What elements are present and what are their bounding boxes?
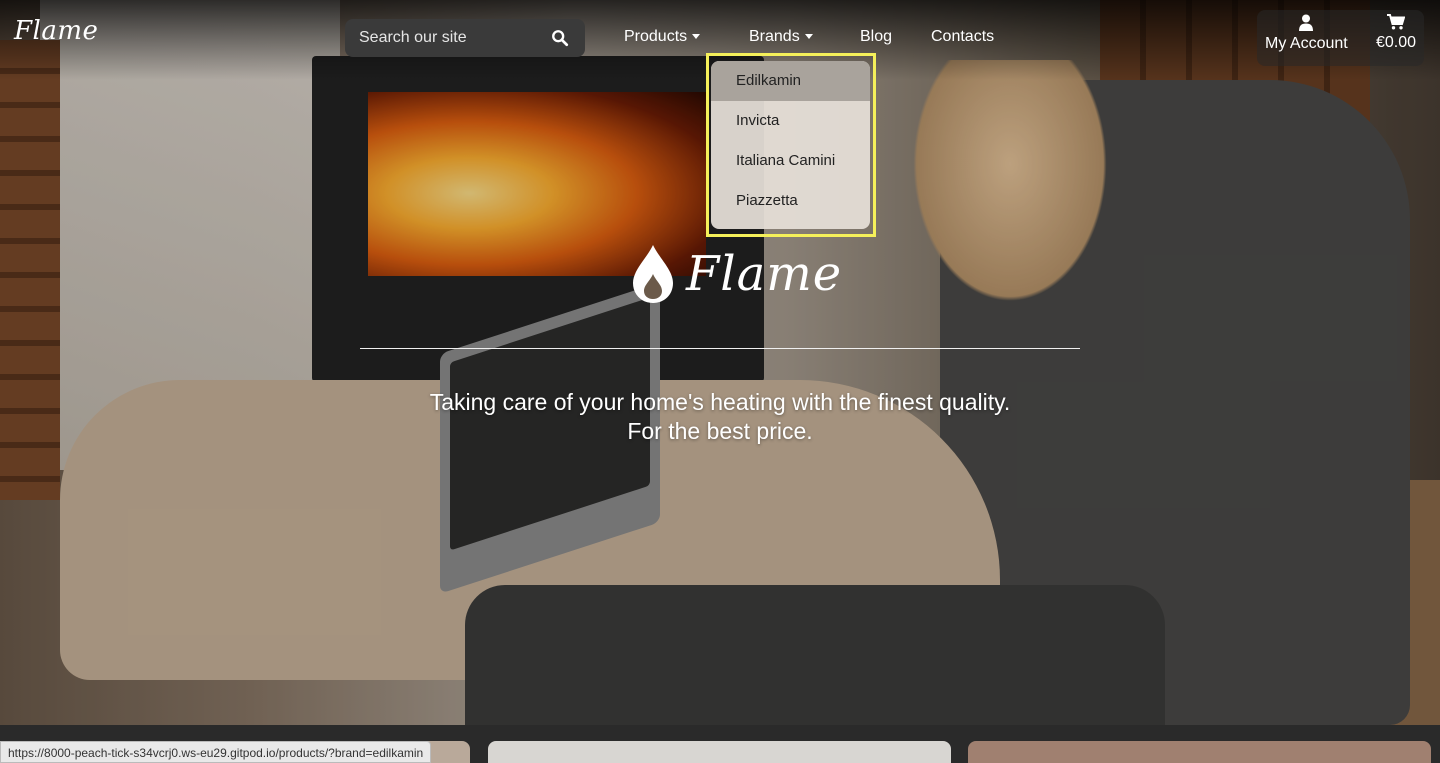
chevron-down-icon <box>692 34 701 40</box>
status-bar-url: https://8000-peach-tick-s34vcrj0.ws-eu29… <box>0 741 432 763</box>
cart-link[interactable]: €0.00 <box>1376 14 1416 52</box>
tagline-line-1: Taking care of your home's heating with … <box>429 389 1011 415</box>
cart-icon <box>1387 14 1406 30</box>
dropdown-item-invicta[interactable]: Invicta <box>711 101 870 141</box>
user-icon <box>1299 14 1314 31</box>
cart-total: €0.00 <box>1376 34 1417 51</box>
product-card[interactable] <box>968 741 1431 763</box>
search-bar <box>345 19 585 57</box>
dropdown-item-italiana-camini[interactable]: Italiana Camini <box>711 141 870 181</box>
dropdown-item-piazzetta[interactable]: Piazzetta <box>711 181 870 221</box>
nav-brands[interactable]: Brands <box>749 28 813 46</box>
hero-brand-word: Flame <box>686 246 843 302</box>
product-card[interactable] <box>488 741 951 763</box>
chevron-down-icon <box>804 34 813 40</box>
nav-products-label: Products <box>624 28 688 45</box>
hero-tagline: Taking care of your home's heating with … <box>360 388 1080 446</box>
hero-brand: Flame <box>632 244 842 304</box>
my-account-label: My Account <box>1265 35 1348 52</box>
search-input[interactable] <box>357 28 547 48</box>
nav-blog[interactable]: Blog <box>860 28 892 46</box>
nav-brands-label: Brands <box>749 28 800 45</box>
site-logo[interactable]: Flame <box>14 16 98 46</box>
dropdown-item-edilkamin[interactable]: Edilkamin <box>711 61 870 101</box>
hero-divider <box>360 348 1080 349</box>
tagline-line-2: For the best price. <box>627 418 813 444</box>
nav-contacts[interactable]: Contacts <box>931 28 994 46</box>
brands-dropdown-menu: Edilkamin Invicta Italiana Camini Piazze… <box>711 61 870 229</box>
my-account-link[interactable]: My Account <box>1265 14 1348 53</box>
search-icon[interactable] <box>551 29 569 47</box>
nav-products[interactable]: Products <box>624 28 701 46</box>
flame-drop-icon <box>633 245 673 303</box>
